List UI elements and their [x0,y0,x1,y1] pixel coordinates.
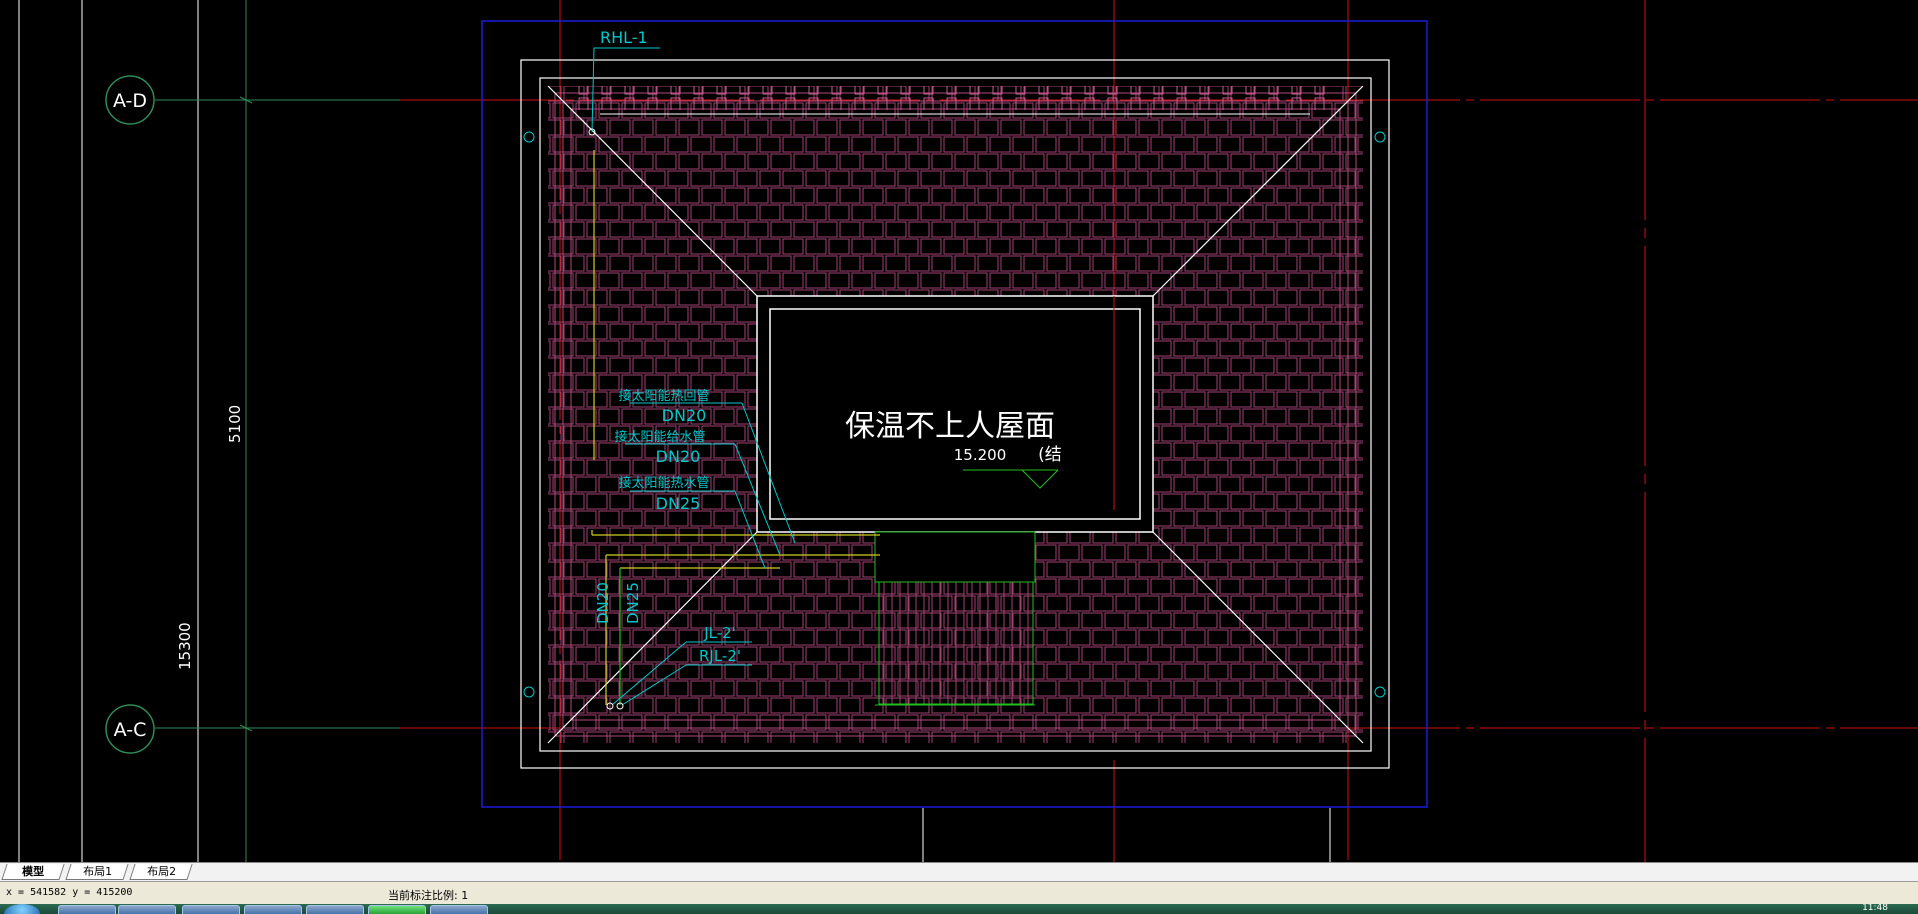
pipe-label-3-size: DN25 [656,494,701,513]
tab-model[interactable]: 模型 [1,864,65,880]
axis-label-bottom: A-C [114,719,147,741]
pipe-label-2-size: DN20 [656,447,701,466]
pipe-label-3-name: 接太阳能热水管 [618,475,709,491]
tab-layout-1[interactable]: 布局1 [65,864,129,880]
roof-ridge-top [575,86,1335,110]
dimension-lower: 15300 [176,622,194,670]
cad-drawing-canvas[interactable]: A-D A-C 5100 15300 保温不上人屋面 15.200 (结 RHL… [0,0,1918,862]
elevation-note: (结 [1038,445,1062,465]
bottom-lines [922,808,1331,862]
cursor-coordinates: x = 541582 y = 415200 [6,887,133,898]
start-button[interactable] [4,904,40,914]
pipe-label-1-name: 接太阳能热回管 [618,388,709,404]
vertical-size-1: DN20 [594,582,612,624]
taskbar-clock[interactable]: 11:48 [1862,904,1888,913]
taskbar-app-7[interactable] [430,905,488,914]
axis-bubble-bottom[interactable]: A-C [105,704,155,754]
jl-label: JL-2' [703,624,736,642]
vertical-size-2: DN25 [624,582,642,624]
status-bar: x = 541582 y = 415200 当前标注比例: 1 [0,881,1918,904]
rjl-label: RJL-2' [699,647,741,665]
taskbar-app-1[interactable] [58,905,116,914]
rhl-label: RHL-1 [600,28,648,47]
roof-title: 保温不上人屋面 [845,409,1055,444]
taskbar-app-3[interactable] [182,905,240,914]
annotation-scale[interactable]: 当前标注比例: 1 [388,887,468,903]
windows-taskbar: 11:48 [0,904,1918,914]
stair-block [874,531,1036,706]
taskbar-app-2[interactable] [118,905,176,914]
pipe-label-2-name: 接太阳能给水管 [614,429,705,445]
dimension-upper: 5100 [226,405,244,443]
taskbar-app-4[interactable] [244,905,302,914]
tab-layout-2[interactable]: 布局2 [129,864,193,880]
elevation-value: 15.200 [954,446,1007,464]
axis-label-top: A-D [113,90,147,112]
axis-bubble-top[interactable]: A-D [105,75,155,125]
taskbar-app-6[interactable] [368,905,426,914]
layout-tab-bar: 模型 布局1 布局2 [0,862,1918,881]
pipe-label-1-size: DN20 [662,406,707,425]
taskbar-app-5[interactable] [306,905,364,914]
